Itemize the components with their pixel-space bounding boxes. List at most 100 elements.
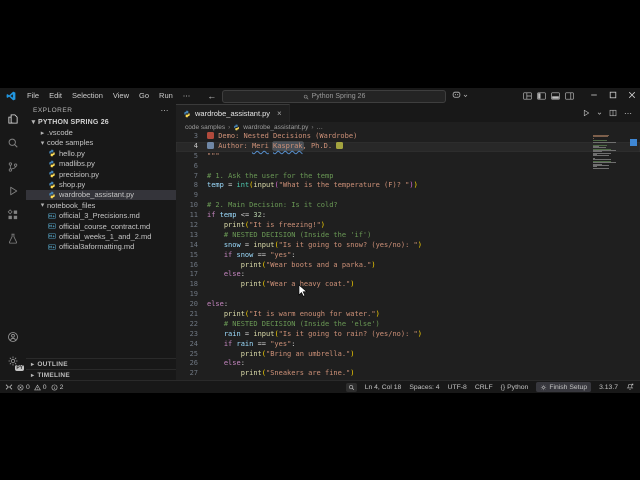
code-line-23[interactable]: 23 rain = input("Is it going to rain? (ye…	[176, 330, 640, 340]
code-line-22[interactable]: 22 # NESTED DECISION (Inside the 'else')	[176, 320, 640, 330]
tree-item-code-samples[interactable]: ▾ code samples	[26, 138, 176, 148]
code-line-5[interactable]: 5 """	[176, 152, 640, 162]
menu-go[interactable]: Go	[134, 88, 154, 104]
close-icon[interactable]	[628, 91, 636, 99]
code-line-15[interactable]: 15 if snow == "yes":	[176, 251, 640, 261]
code-line-8[interactable]: 8 temp = int(input("What is the temperatu…	[176, 181, 640, 191]
notifications-bell-icon[interactable]	[626, 383, 634, 391]
account-button[interactable]	[0, 326, 26, 348]
language-mode[interactable]: {} Python	[501, 384, 529, 391]
python-version[interactable]: 3.13.7	[599, 384, 618, 391]
eol-sequence[interactable]: CRLF	[475, 384, 493, 391]
code-line-24[interactable]: 24 if rain == "yes":	[176, 340, 640, 350]
tree-item-hello-py[interactable]: hello.py	[26, 148, 176, 158]
cursor-position[interactable]: Ln 4, Col 18	[365, 384, 402, 391]
line-number: 6	[193, 161, 198, 170]
customize-layout-icon[interactable]	[523, 92, 532, 100]
activity-explorer[interactable]	[0, 108, 26, 130]
activity-source-control[interactable]	[0, 156, 26, 178]
activity-run-debug[interactable]	[0, 180, 26, 202]
tree-item-python-spring-26[interactable]: ▾ PYTHON SPRING 26	[26, 117, 176, 127]
menu-view[interactable]: View	[108, 88, 134, 104]
code-line-27[interactable]: 27 print("Sneakers are fine.")	[176, 369, 640, 379]
tree-item-label: PYTHON SPRING 26	[38, 118, 109, 126]
menu-selection[interactable]: Selection	[67, 88, 108, 104]
code-line-4[interactable]: 4 Author: Meri Kasprak, Ph.D.	[176, 141, 640, 152]
settings-button[interactable]: PY	[0, 350, 26, 372]
command-center-search[interactable]: Python Spring 26	[222, 90, 446, 103]
tree-item-madlibs-py[interactable]: madlibs.py	[26, 159, 176, 169]
code-line-19[interactable]: 19	[176, 290, 640, 300]
tree-item-official3aformatting-md[interactable]: official3aformatting.md	[26, 242, 176, 252]
problems-warnings[interactable]: 0	[33, 384, 47, 391]
account-icon	[8, 332, 18, 342]
code-line-21[interactable]: 21 print("It is warm enough for water.")	[176, 310, 640, 320]
menu-run[interactable]: Run	[154, 88, 178, 104]
toggle-primary-sidebar-icon[interactable]	[537, 92, 546, 100]
tree-item-shop-py[interactable]: shop.py	[26, 179, 176, 189]
overview-ruler[interactable]	[626, 132, 640, 380]
section-outline[interactable]: ▸ OUTLINE	[26, 358, 176, 369]
code-line-7[interactable]: 7 # 1. Ask the user for the temp	[176, 172, 640, 182]
encoding[interactable]: UTF-8	[448, 384, 467, 391]
problems-infos[interactable]: 2	[51, 384, 63, 391]
code-line-18[interactable]: 18 print("Wear a heavy coat.")	[176, 280, 640, 290]
menu-file[interactable]: File	[22, 88, 44, 104]
code-line-9[interactable]: 9	[176, 191, 640, 201]
tree-item-wardrobe-assistant-py[interactable]: wardrobe_assistant.py	[26, 189, 176, 201]
code-line-13[interactable]: 13 # NESTED DECISION (Inside the 'if')	[176, 231, 640, 241]
activity-search[interactable]	[0, 132, 26, 154]
run-dropdown-chevron-icon[interactable]	[597, 111, 602, 116]
status-bar: 0 0 2 Ln 4, Col 18 Spaces: 4 UTF-8 CRLF …	[0, 380, 640, 393]
code-line-25[interactable]: 25 print("Bring an umbrella.")	[176, 350, 640, 360]
code-line-20[interactable]: 20 else:	[176, 300, 640, 310]
tree-item-notebook-files[interactable]: ▾ notebook_files	[26, 200, 176, 210]
tree-item-official-weeks-1-and-2-md[interactable]: official_weeks_1_and_2.md	[26, 231, 176, 241]
line-number: 26	[189, 359, 198, 368]
activity-extensions[interactable]	[0, 204, 26, 226]
toggle-secondary-sidebar-icon[interactable]	[565, 92, 574, 100]
run-python-file-icon[interactable]	[582, 109, 590, 117]
explorer-more-icon[interactable]: ⋯	[161, 106, 170, 115]
section-timeline[interactable]: ▸ TIMELINE	[26, 369, 176, 380]
code-line-12[interactable]: 12 print("It is freezing!")	[176, 221, 640, 231]
code-text: print("It is freezing!")	[223, 221, 326, 230]
menu-more[interactable]: ⋯	[178, 88, 196, 104]
zoom-indicator[interactable]	[345, 382, 357, 392]
tree-item-precision-py[interactable]: precision.py	[26, 169, 176, 179]
tree-item-official-course-contract-md[interactable]: official_course_contract.md	[26, 221, 176, 231]
split-editor-icon[interactable]	[609, 109, 617, 117]
tab-close-icon[interactable]: ×	[277, 109, 282, 118]
minimap[interactable]	[593, 135, 623, 169]
code-line-16[interactable]: 16 print("Wear boots and a parka.")	[176, 261, 640, 271]
remote-indicator-icon[interactable]	[5, 383, 13, 391]
code-line-3[interactable]: 3 Demo: Nested Decisions (Wardrobe)	[176, 132, 640, 142]
minimize-icon[interactable]	[590, 91, 598, 99]
tab-wardrobe-assistant[interactable]: wardrobe_assistant.py ×	[176, 104, 290, 122]
breadcrumb-file[interactable]: wardrobe_assistant.py	[243, 124, 308, 131]
finish-setup-button[interactable]: Finish Setup	[536, 382, 592, 392]
code-line-17[interactable]: 17 else:	[176, 270, 640, 280]
editor-more-icon[interactable]: ⋯	[624, 109, 632, 118]
code-area[interactable]: 3 Demo: Nested Decisions (Wardrobe) 4 Aut…	[176, 132, 640, 380]
code-text: print("Wear a heavy coat.")	[240, 280, 355, 289]
activity-testing[interactable]	[0, 228, 26, 250]
code-line-10[interactable]: 10 # 2. Main Decision: Is it cold?	[176, 201, 640, 211]
code-line-6[interactable]: 6	[176, 162, 640, 172]
tree-item--vscode[interactable]: ▸ .vscode	[26, 127, 176, 137]
maximize-icon[interactable]	[609, 91, 617, 99]
breadcrumb-symbol[interactable]: …	[317, 124, 324, 131]
code-line-14[interactable]: 14 snow = input("Is it going to snow? (ye…	[176, 241, 640, 251]
toggle-panel-icon[interactable]	[551, 92, 560, 100]
tree-item-official-3-precisions-md[interactable]: official_3_Precisions.md	[26, 211, 176, 221]
problems-errors[interactable]: 0	[17, 384, 30, 391]
info-icon	[51, 384, 57, 390]
code-line-26[interactable]: 26 else:	[176, 359, 640, 369]
indentation[interactable]: Spaces: 4	[409, 384, 439, 391]
back-icon[interactable]: ←	[207, 91, 216, 101]
menu-edit[interactable]: Edit	[44, 88, 67, 104]
md-file-icon	[48, 222, 56, 230]
code-line-11[interactable]: 11 if temp <= 32:	[176, 211, 640, 221]
copilot-button[interactable]	[452, 91, 468, 99]
breadcrumb-folder[interactable]: code samples	[185, 124, 225, 131]
